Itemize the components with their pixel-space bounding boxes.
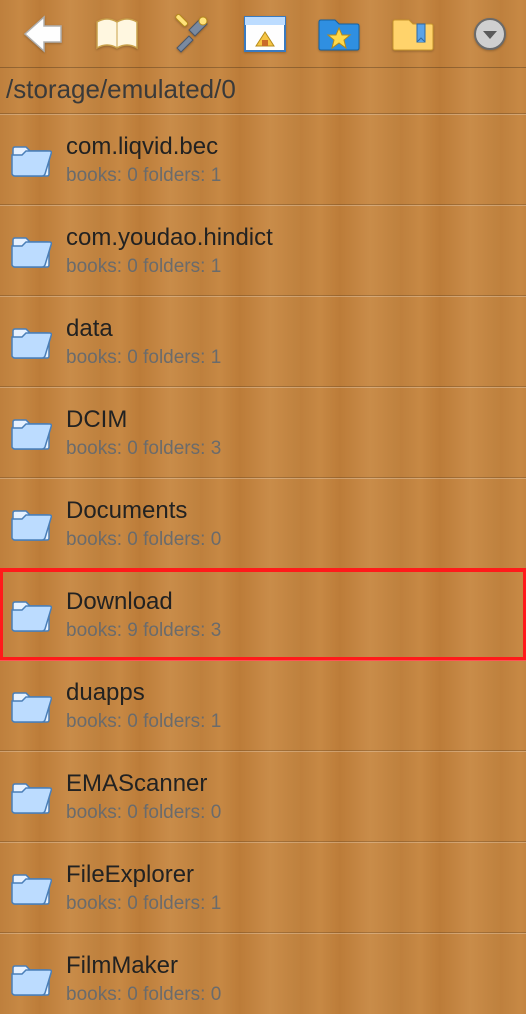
folder-meta: FilmMaker books: 0 folders: 0 (66, 952, 221, 1006)
folder-row[interactable]: com.liqvid.bec books: 0 folders: 1 (0, 114, 526, 205)
circle-chevron-down-icon (472, 16, 508, 52)
folder-meta: Download books: 9 folders: 3 (66, 588, 221, 642)
folder-name: duapps (66, 679, 221, 707)
folder-row[interactable]: EMAScanner books: 0 folders: 0 (0, 751, 526, 842)
folder-counts: books: 0 folders: 1 (66, 711, 221, 733)
folder-row[interactable]: FileExplorer books: 0 folders: 1 (0, 842, 526, 933)
folder-row[interactable]: Download books: 9 folders: 3 (0, 569, 526, 660)
folder-meta: data books: 0 folders: 1 (66, 315, 221, 369)
folder-meta: duapps books: 0 folders: 1 (66, 679, 221, 733)
folder-icon (6, 414, 56, 452)
folder-name: Download (66, 588, 221, 616)
folder-counts: books: 0 folders: 1 (66, 893, 221, 915)
folder-row[interactable]: Documents books: 0 folders: 0 (0, 478, 526, 569)
folder-counts: books: 0 folders: 1 (66, 256, 273, 278)
folder-icon (6, 323, 56, 361)
folder-row[interactable]: com.youdao.hindict books: 0 folders: 1 (0, 205, 526, 296)
folder-counts: books: 9 folders: 3 (66, 620, 221, 642)
tools-icon (171, 14, 211, 54)
folder-counts: books: 0 folders: 1 (66, 165, 221, 187)
folder-icon (6, 141, 56, 179)
folder-icon (6, 505, 56, 543)
folder-name: com.liqvid.bec (66, 133, 221, 161)
back-button[interactable] (6, 0, 80, 68)
folder-meta: com.youdao.hindict books: 0 folders: 1 (66, 224, 273, 278)
folder-list: com.liqvid.becbooks: 0 folders: 1com.you… (0, 114, 526, 1014)
bookmark-folder-button[interactable] (376, 0, 450, 68)
folder-counts: books: 0 folders: 0 (66, 984, 221, 1006)
current-path: /storage/emulated/0 (0, 68, 526, 114)
toolbar (0, 0, 526, 68)
folder-row[interactable]: FilmMaker books: 0 folders: 0 (0, 933, 526, 1014)
folder-name: FilmMaker (66, 952, 221, 980)
folder-icon (6, 232, 56, 270)
folder-icon (6, 687, 56, 725)
star-folder-icon (317, 16, 361, 52)
library-button[interactable] (80, 0, 154, 68)
folder-row[interactable]: duapps books: 0 folders: 1 (0, 660, 526, 751)
home-button[interactable] (228, 0, 302, 68)
folder-name: DCIM (66, 406, 221, 434)
home-frame-icon (244, 16, 286, 52)
open-book-icon (95, 16, 139, 52)
bookmark-folder-icon (391, 16, 435, 52)
folder-name: FileExplorer (66, 861, 221, 889)
folder-name: EMAScanner (66, 770, 221, 798)
menu-button[interactable] (460, 0, 520, 68)
folder-meta: DCIM books: 0 folders: 3 (66, 406, 221, 460)
folder-name: com.youdao.hindict (66, 224, 273, 252)
folder-counts: books: 0 folders: 0 (66, 529, 221, 551)
folder-icon (6, 960, 56, 998)
folder-meta: Documents books: 0 folders: 0 (66, 497, 221, 551)
folder-row[interactable]: DCIM books: 0 folders: 3 (0, 387, 526, 478)
folder-meta: EMAScanner books: 0 folders: 0 (66, 770, 221, 824)
folder-icon (6, 869, 56, 907)
folder-meta: com.liqvid.bec books: 0 folders: 1 (66, 133, 221, 187)
folder-name: Documents (66, 497, 221, 525)
folder-meta: FileExplorer books: 0 folders: 1 (66, 861, 221, 915)
folder-counts: books: 0 folders: 1 (66, 347, 221, 369)
folder-row[interactable]: data books: 0 folders: 1 (0, 296, 526, 387)
tools-button[interactable] (154, 0, 228, 68)
folder-counts: books: 0 folders: 3 (66, 438, 221, 460)
folder-icon (6, 778, 56, 816)
favorites-button[interactable] (302, 0, 376, 68)
back-arrow-icon (22, 14, 64, 54)
folder-name: data (66, 315, 221, 343)
folder-icon (6, 596, 56, 634)
folder-counts: books: 0 folders: 0 (66, 802, 221, 824)
